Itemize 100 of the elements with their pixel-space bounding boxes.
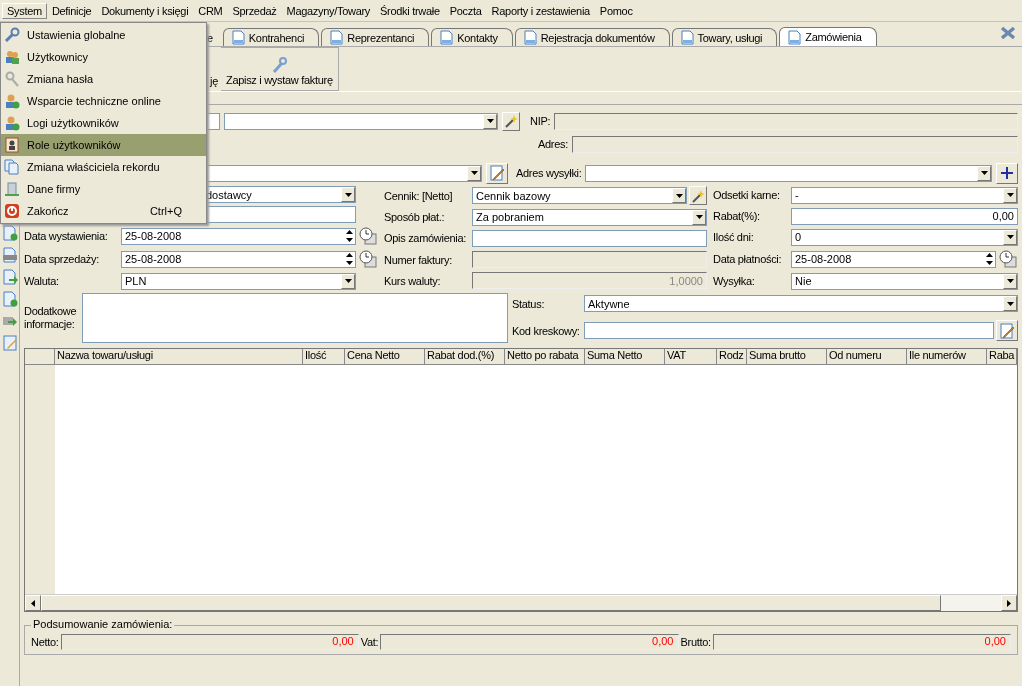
dropdown-button[interactable]: [1003, 273, 1017, 289]
dropdown-field[interactable]: Nie: [791, 272, 1018, 290]
dropdown-field[interactable]: [585, 164, 992, 182]
calendar-clock-icon[interactable]: [358, 226, 378, 246]
menu-item[interactable]: Zmiana właściciela rekordu: [1, 156, 206, 178]
date-field[interactable]: 25-08-2008: [121, 250, 356, 268]
menu-item[interactable]: Magazyny/Towary: [281, 2, 376, 19]
wand-icon[interactable]: [689, 186, 707, 206]
menu-item[interactable]: Zakończ Ctrl+Q: [1, 200, 206, 222]
document-icon: [680, 30, 694, 45]
notes-field[interactable]: [82, 293, 508, 343]
field-label: Adres:: [538, 138, 568, 150]
menu-item[interactable]: Środki trwałe: [375, 2, 445, 19]
dropdown-button[interactable]: [1003, 296, 1017, 311]
dropdown-button[interactable]: [1003, 229, 1017, 245]
edit-icon[interactable]: [486, 162, 508, 184]
column-header[interactable]: Rabat dod.(%): [425, 349, 505, 365]
calendar-clock-icon[interactable]: [998, 249, 1018, 269]
menu-item[interactable]: Użytkownicy: [1, 46, 206, 68]
document-action-icon[interactable]: [1, 225, 18, 241]
menu-item[interactable]: System: [2, 2, 47, 19]
menu-item[interactable]: Pomoc: [594, 2, 638, 19]
tab[interactable]: Rejestracja dokumentów: [514, 28, 670, 46]
field-label: Data płatności:: [713, 252, 783, 267]
wand-icon[interactable]: [502, 111, 520, 131]
spin-buttons[interactable]: [345, 251, 354, 267]
tab[interactable]: Zamówienia: [779, 27, 877, 46]
dropdown-field[interactable]: Za pobraniem: [472, 208, 707, 226]
dropdown-button[interactable]: [1003, 187, 1017, 203]
scrollbar[interactable]: [25, 594, 1017, 611]
date-field[interactable]: 25-08-2008: [791, 250, 996, 268]
column-header[interactable]: Nazwa towaru/usługi: [55, 349, 303, 365]
add-icon[interactable]: [996, 162, 1018, 184]
document-action-icon[interactable]: [1, 247, 18, 263]
dropdown-button[interactable]: [483, 113, 497, 129]
dropdown-button[interactable]: [977, 165, 991, 181]
menu-item-icon: [4, 93, 20, 109]
menu-item[interactable]: Definicje: [46, 2, 97, 19]
field-label: Ilość dni:: [713, 230, 755, 245]
toolbar-button[interactable]: ję: [205, 47, 221, 91]
dropdown-field[interactable]: 0: [791, 228, 1018, 246]
dropdown-field[interactable]: -: [791, 186, 1018, 204]
column-header[interactable]: Suma brutto: [747, 349, 827, 365]
column-header[interactable]: Ilość: [303, 349, 345, 365]
column-header[interactable]: Suma Netto: [585, 349, 665, 365]
menu-item[interactable]: Poczta: [444, 2, 487, 19]
field-label: Sposób płat.:: [384, 210, 446, 226]
dropdown-button[interactable]: [467, 165, 481, 181]
dropdown-button[interactable]: [672, 188, 686, 204]
calendar-clock-icon[interactable]: [358, 249, 378, 269]
dropdown-button[interactable]: [692, 209, 706, 225]
dropdown-button[interactable]: [341, 187, 355, 202]
menu-item[interactable]: Ustawienia globalne: [1, 24, 206, 46]
menu-item[interactable]: Role użytkowników: [1, 134, 206, 156]
tab[interactable]: Kontrahenci: [222, 28, 320, 46]
menu-item[interactable]: Dokumenty i księgi: [96, 2, 194, 19]
menu-item[interactable]: Sprzedaż: [227, 2, 282, 19]
total-value: 0,00: [380, 634, 679, 650]
edit-icon[interactable]: [996, 320, 1018, 341]
right-arrow-icon[interactable]: [1007, 599, 1011, 607]
column-header[interactable]: VAT: [665, 349, 717, 365]
column-header[interactable]: Ile numerów: [907, 349, 987, 365]
spin-buttons[interactable]: [345, 228, 354, 244]
input-field[interactable]: 0,00: [791, 207, 1018, 225]
menu-item-icon: [4, 115, 20, 131]
field-label: NIP:: [530, 115, 551, 127]
dropdown-field[interactable]: [224, 112, 498, 130]
field-label: Waluta:: [24, 274, 60, 289]
caret-icon: [344, 279, 352, 283]
field-label: Adres wysyłki:: [516, 167, 582, 179]
document-action-icon[interactable]: [1, 291, 18, 307]
date-field[interactable]: 25-08-2008: [121, 227, 356, 245]
column-header[interactable]: Od numeru: [827, 349, 907, 365]
left-arrow-icon[interactable]: [31, 599, 35, 607]
dropdown-field[interactable]: Cennik bazowy: [472, 187, 687, 205]
document-action-icon[interactable]: [1, 269, 18, 285]
field-label: Data wystawienia:: [24, 229, 109, 244]
column-header[interactable]: Cena Netto: [345, 349, 425, 365]
menu-item[interactable]: Wsparcie techniczne online: [1, 90, 206, 112]
spin-buttons[interactable]: [985, 251, 994, 267]
tab[interactable]: Kontakty: [431, 28, 513, 46]
dropdown-field[interactable]: Aktywne: [584, 295, 1018, 312]
caret-icon: [470, 171, 478, 175]
tab[interactable]: Towary, usługi: [671, 28, 778, 46]
input-field[interactable]: [472, 230, 707, 247]
column-header[interactable]: Raba: [987, 349, 1017, 365]
dropdown-field[interactable]: PLN: [121, 272, 356, 290]
menu-item[interactable]: Zmiana hasła: [1, 68, 206, 90]
input-field[interactable]: [584, 322, 994, 339]
column-header[interactable]: Rodz: [717, 349, 747, 365]
total-value: 0,00: [60, 634, 359, 650]
menu-item[interactable]: CRM: [193, 2, 228, 19]
field-label: Numer faktury:: [384, 252, 453, 268]
menu-item[interactable]: Logi użytkowników: [1, 112, 206, 134]
toolbar-button[interactable]: Zapisz i wystaw fakturę: [220, 47, 339, 91]
close-icon[interactable]: [1000, 26, 1016, 40]
dropdown-button[interactable]: [341, 273, 355, 289]
tab[interactable]: Reprezentanci: [321, 28, 430, 46]
menu-item[interactable]: Raporty i zestawienia: [486, 2, 595, 19]
column-header[interactable]: Netto po rabata: [505, 349, 585, 365]
